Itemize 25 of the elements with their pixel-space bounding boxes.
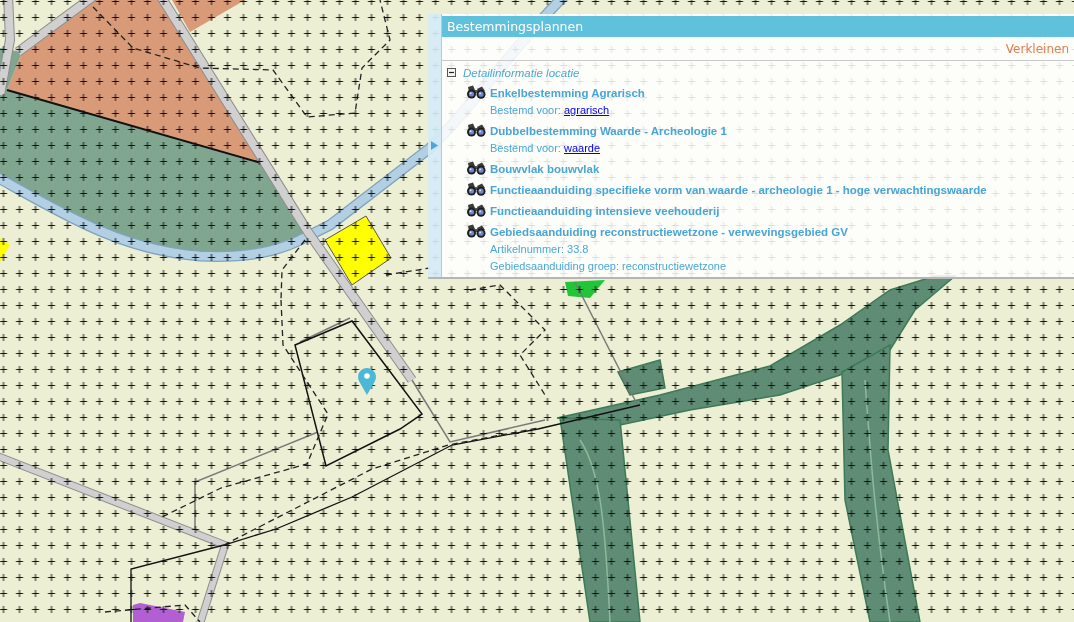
shrink-link[interactable]: Verkleinen — [1005, 41, 1069, 56]
detail-label: Bestemd voor: — [490, 104, 561, 116]
item-title[interactable]: Bouwvlak bouwvlak — [490, 161, 600, 178]
detail-link[interactable]: agrarisch — [564, 104, 610, 116]
item-title[interactable]: Enkelbestemming Agrarisch — [490, 85, 645, 102]
item-title[interactable]: Functieaanduiding intensieve veehouderij — [490, 203, 720, 220]
binoculars-icon — [466, 224, 486, 238]
location-pin-icon — [358, 368, 376, 395]
item-title[interactable]: Gebiedsaanduiding reconstructiewetzone - verwevingsgebied GV — [490, 224, 848, 241]
detail-link[interactable]: waarde — [564, 142, 601, 154]
binoculars-icon — [466, 203, 486, 217]
tree-header-label[interactable]: Detailinformatie locatie — [463, 66, 580, 79]
detail-text: Artikelnummer: 33.8 — [490, 242, 590, 257]
detail-label: Bestemd voor: — [490, 142, 561, 154]
detail-text: Gebiedsaanduiding groep: reconstructiewetzone — [490, 259, 728, 274]
panel-title: Bestemmingsplannen — [442, 16, 1074, 37]
panel-side-handle[interactable] — [428, 14, 442, 277]
binoculars-icon — [466, 85, 486, 99]
triangle-right-icon — [431, 141, 438, 150]
binoculars-icon — [466, 123, 486, 137]
item-title[interactable]: Dubbelbestemming Waarde - Archeologie 1 — [490, 123, 727, 140]
binoculars-icon — [466, 182, 486, 196]
binoculars-icon — [466, 161, 486, 175]
item-title[interactable]: Functieaanduiding specifieke vorm van waarde - archeologie 1 - hoge verwachtingswaarde — [490, 182, 987, 199]
minus-box-icon[interactable] — [447, 68, 456, 77]
